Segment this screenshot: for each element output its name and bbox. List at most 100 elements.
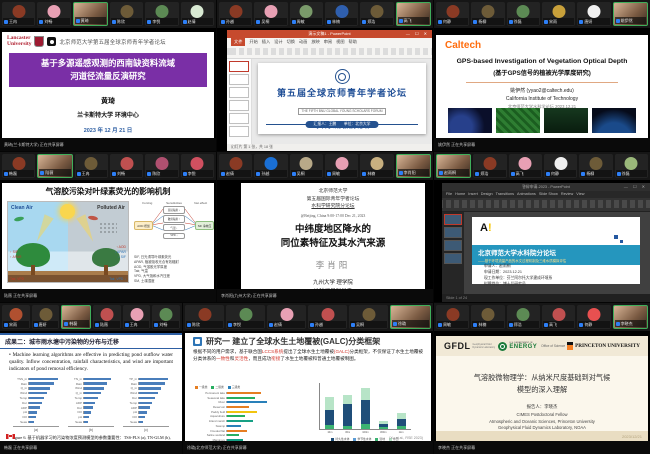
participant-thumbnail[interactable]: 陈欣	[110, 2, 143, 26]
participant-avatar	[191, 157, 204, 170]
slide-thumbnail-panel[interactable]	[442, 212, 464, 294]
participant-webcam[interactable]: 陆薇	[37, 154, 72, 178]
slide-thumbnail[interactable]	[229, 113, 249, 124]
window-titlebar[interactable]: 演示文稿1 - PowerPoint — ☐ ✕	[227, 30, 432, 38]
ribbon-tab[interactable]: 帮助	[349, 38, 357, 46]
slide-thumbnail[interactable]	[444, 240, 462, 251]
participant-thumbnail[interactable]: 唐妍	[32, 305, 60, 329]
participant-webcam[interactable]: 李肖阳	[396, 154, 431, 178]
participant-thumbnail[interactable]: 周敏	[436, 305, 469, 329]
participant-thumbnail[interactable]: 吴桐	[290, 154, 323, 178]
ribbon-tab[interactable]: Home	[455, 191, 465, 198]
participant-thumbnail[interactable]: 李悦	[226, 305, 265, 329]
participant-thumbnail[interactable]: 林楠	[325, 2, 358, 26]
ribbon-icons[interactable]	[227, 46, 432, 59]
slide-thumbnail[interactable]	[444, 227, 462, 238]
audio-icon	[77, 172, 81, 176]
list-item: ↓ SIF	[115, 255, 126, 260]
participant-thumbnail[interactable]: 周敏	[325, 154, 358, 178]
participant-thumbnail[interactable]: 韩磊	[2, 154, 35, 178]
ribbon-tab[interactable]: Review	[561, 191, 573, 198]
slide-thumbnail[interactable]	[229, 61, 249, 72]
audio-icon	[399, 19, 403, 23]
participant-thumbnail[interactable]: 何静	[436, 2, 469, 26]
ribbon-tab[interactable]: 文件	[231, 38, 245, 46]
participant-thumbnail[interactable]: 郑浩	[507, 305, 540, 329]
participant-webcam[interactable]: 李晓杰	[613, 305, 648, 329]
participant-thumbnail[interactable]: 刘畅	[110, 154, 143, 178]
participant-thumbnail[interactable]: 林楠	[471, 305, 504, 329]
participant-thumbnail[interactable]: 徐磊	[507, 2, 540, 26]
participant-thumbnail[interactable]: 刘畅	[152, 305, 180, 329]
participant-webcam[interactable]: 徐璐	[390, 305, 431, 329]
ribbon-tab[interactable]: 视图	[336, 38, 344, 46]
ribbon-tabs[interactable]: FileHomeInsertDesignTransitionsAnimation…	[442, 191, 650, 198]
participant-thumbnail[interactable]: 周敏	[290, 2, 323, 26]
participant-thumbnail[interactable]: 何静	[544, 154, 577, 178]
participant-thumbnail[interactable]: 郑浩	[473, 154, 506, 178]
participant-avatar	[335, 5, 348, 18]
participant-thumbnail[interactable]: 宋雨	[542, 2, 575, 26]
participant-thumbnail[interactable]: 王冉	[75, 154, 108, 178]
ribbon-icons[interactable]	[442, 198, 650, 212]
participant-thumbnail[interactable]: 赵倩	[219, 154, 252, 178]
window-titlebar[interactable]: 答辩申请-2023 - PowerPoint — ☐ ✕	[442, 183, 650, 191]
window-controls[interactable]: — ☐ ✕	[406, 30, 429, 38]
slide-thumbnail[interactable]	[444, 253, 462, 264]
participant-thumbnail[interactable]: 徐磊	[615, 154, 648, 178]
ribbon-tab[interactable]: Design	[481, 191, 493, 198]
list-item: SM, 土壤湿度	[134, 279, 179, 284]
ribbon-tab[interactable]: File	[446, 191, 452, 198]
slide-thumbnail[interactable]	[229, 126, 249, 137]
participant-thumbnail[interactable]: 王冉	[2, 2, 35, 26]
participant-thumbnail[interactable]: 林楠	[360, 154, 393, 178]
slide-thumbnail[interactable]	[229, 100, 249, 111]
participant-thumbnail[interactable]: 刘畅	[37, 2, 70, 26]
slide-thumbnail[interactable]	[229, 87, 249, 98]
participant-thumbnail[interactable]: 陈欣	[185, 305, 224, 329]
participant-thumbnail[interactable]: 陆薇	[93, 305, 121, 329]
participant-webcam[interactable]: 韩磊	[61, 305, 91, 329]
participant-thumbnail[interactable]: 高飞	[509, 154, 542, 178]
participant-thumbnail[interactable]: 赵倩	[181, 2, 214, 26]
participant-webcam[interactable]: 高飞	[396, 2, 431, 26]
list-item: 散射辐射 ↑	[163, 215, 185, 223]
ribbon-tab[interactable]: 插入	[262, 38, 270, 46]
participant-thumbnail[interactable]: 唐妍	[577, 2, 610, 26]
participant-thumbnail[interactable]: 何静	[577, 305, 610, 329]
participant-webcam[interactable]: 姚伊然	[613, 2, 648, 26]
participant-thumbnail[interactable]: 杨柳	[579, 154, 612, 178]
participant-thumbnail[interactable]: 孙越	[219, 2, 252, 26]
ribbon-tab[interactable]: Insert	[468, 191, 478, 198]
ribbon-tab[interactable]: Slide Show	[539, 191, 558, 198]
participant-thumbnail[interactable]: 赵倩	[267, 305, 306, 329]
slide-thumbnail-panel[interactable]	[227, 59, 252, 144]
participant-webcam[interactable]: 黄琦	[73, 2, 108, 26]
ribbon-tab[interactable]: 开始	[249, 38, 257, 46]
ribbon-tabs[interactable]: 文件开始插入设计切换动画放映审阅视图帮助	[227, 38, 432, 46]
ribbon-tab[interactable]: 设计	[274, 38, 282, 46]
participant-thumbnail[interactable]: 吴桐	[349, 305, 388, 329]
participant-thumbnail[interactable]: 宋雨	[2, 305, 30, 329]
participant-thumbnail[interactable]: 孙越	[308, 305, 347, 329]
slide-thumbnail[interactable]	[444, 214, 462, 225]
ribbon-tab[interactable]: View	[576, 191, 584, 198]
participant-thumbnail[interactable]: 吴桐	[254, 2, 287, 26]
participant-thumbnail[interactable]: 王冉	[123, 305, 151, 329]
ribbon-tab[interactable]: 动画	[299, 38, 307, 46]
ribbon-tab[interactable]: 放映	[311, 38, 319, 46]
ribbon-tab[interactable]: 切换	[287, 38, 295, 46]
participant-thumbnail[interactable]: 郑浩	[360, 2, 393, 26]
participant-thumbnail[interactable]: 陈欣	[145, 154, 178, 178]
participant-thumbnail[interactable]: 李悦	[145, 2, 178, 26]
participant-thumbnail[interactable]: 孙越	[254, 154, 287, 178]
participant-thumbnail[interactable]: 杨柳	[471, 2, 504, 26]
participant-thumbnail[interactable]: 李悦	[181, 154, 214, 178]
ribbon-tab[interactable]: Animations	[517, 191, 536, 198]
window-controls[interactable]: — ☐ ✕	[624, 183, 647, 191]
participant-thumbnail[interactable]: 高飞	[542, 305, 575, 329]
ribbon-tab[interactable]: Transitions	[496, 191, 514, 198]
participant-webcam[interactable]: 赵雨桐	[436, 154, 471, 178]
slide-thumbnail[interactable]	[229, 74, 249, 85]
ribbon-tab[interactable]: 审阅	[324, 38, 332, 46]
